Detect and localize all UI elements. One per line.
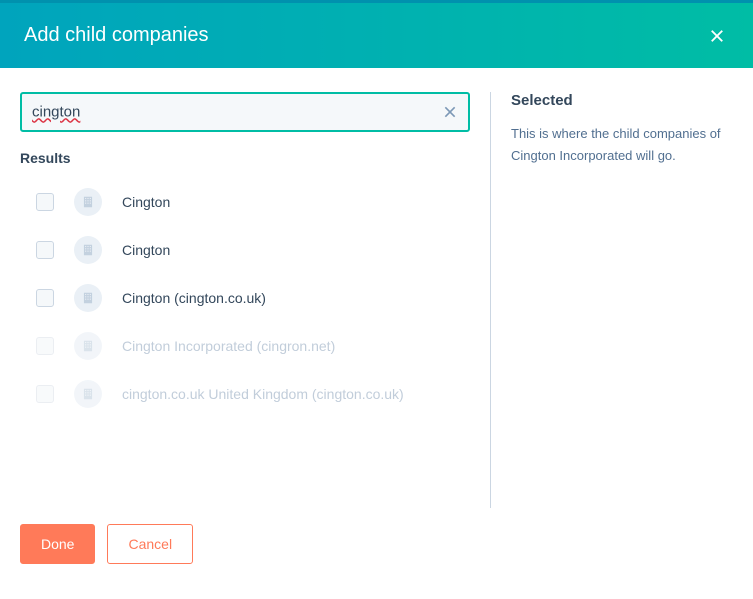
selected-description: This is where the child companies of Cin… [511,123,733,167]
result-checkbox[interactable] [36,193,54,211]
result-checkbox[interactable] [36,289,54,307]
selected-heading: Selected [511,92,733,109]
company-icon [74,284,102,312]
close-icon [442,104,458,120]
result-checkbox [36,385,54,403]
close-button[interactable] [705,24,729,48]
result-checkbox [36,337,54,355]
modal-content: cington Results Cington Cington Cington (c… [0,68,753,508]
search-input[interactable] [20,92,470,132]
result-item[interactable]: Cington [20,178,470,226]
result-item[interactable]: Cington (cington.co.uk) [20,274,470,322]
clear-search-button[interactable] [440,102,460,122]
company-icon [74,188,102,216]
result-item: Cington Incorporated (cingron.net) [20,322,470,370]
search-wrapper: cington [20,92,470,132]
cancel-button[interactable]: Cancel [107,524,193,564]
modal-footer: Done Cancel [0,508,753,580]
company-name: Cington [122,242,170,258]
company-name: Cington Incorporated (cingron.net) [122,338,335,354]
modal-title: Add child companies [24,24,209,47]
company-name: cington.co.uk United Kingdom (cington.co… [122,386,404,402]
company-name: Cington [122,194,170,210]
company-icon [74,332,102,360]
done-button[interactable]: Done [20,524,95,564]
company-icon [74,236,102,264]
modal-header: Add child companies [0,0,753,68]
result-item[interactable]: Cington [20,226,470,274]
company-name: Cington (cington.co.uk) [122,290,266,306]
selected-panel: Selected This is where the child compani… [490,92,733,508]
close-icon [708,27,726,45]
company-icon [74,380,102,408]
results-label: Results [20,150,470,166]
result-item: cington.co.uk United Kingdom (cington.co… [20,370,470,418]
result-checkbox[interactable] [36,241,54,259]
results-list: Cington Cington Cington (cington.co.uk) Cin… [20,178,470,418]
search-panel: cington Results Cington Cington Cington (c… [20,92,490,508]
